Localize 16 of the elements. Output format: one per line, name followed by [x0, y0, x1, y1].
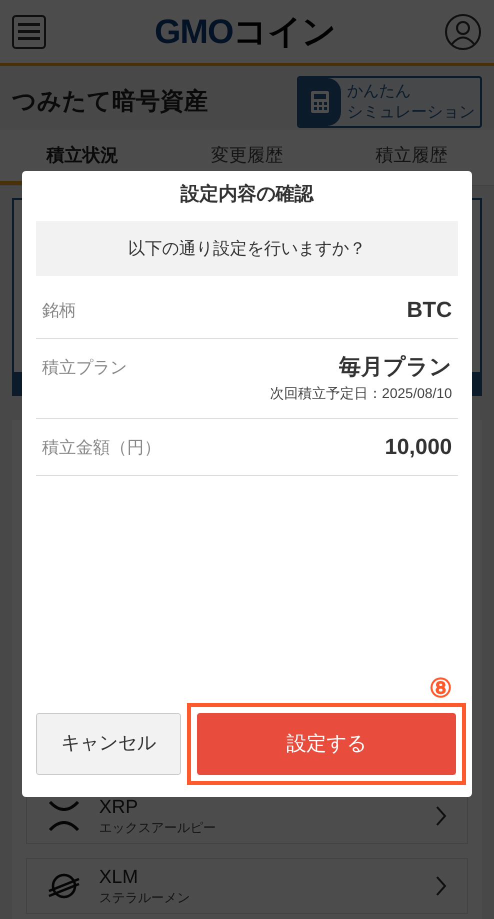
- coin-symbol: XRP: [99, 796, 140, 820]
- dialog-title: 設定内容の確認: [179, 182, 315, 207]
- row-note: 次回積立予定日：2025/08/10: [270, 384, 452, 402]
- logo: GMOコイン: [154, 14, 336, 48]
- coin-symbol: XLM: [99, 866, 140, 890]
- question-banner: 以下の通り設定を行いますか？: [36, 221, 458, 276]
- row-value: 10,000: [384, 432, 452, 460]
- row-label: 積立プラン: [42, 357, 127, 379]
- row-value: 毎月プラン: [339, 353, 452, 380]
- row-label: 積立金額（円）: [42, 436, 161, 458]
- page-title: つみたて暗号資産: [12, 87, 208, 117]
- row-label: 銘柄: [42, 300, 76, 322]
- coin-name: エックスアールピー: [99, 820, 217, 836]
- step-marker: ⑧: [429, 675, 452, 701]
- coin-name: ステラルーメン: [99, 890, 191, 906]
- row-value: BTC: [406, 296, 452, 324]
